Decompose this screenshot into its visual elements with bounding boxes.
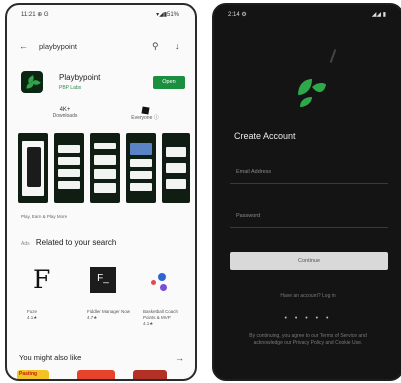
search-bar: ← playbypoint ⚲ ↓: [15, 39, 187, 53]
divider-dots: • • • • •: [284, 315, 332, 322]
status-icons: ▾◢▮51%: [156, 12, 179, 18]
status-time: 11:21 ⊕ G: [21, 12, 49, 18]
related-app-rating: 4.1★: [143, 321, 154, 326]
fuze-icon: F: [33, 265, 51, 294]
related-app-rating: 4.1★: [27, 315, 38, 320]
playbypoint-app-icon[interactable]: [21, 71, 43, 93]
open-button[interactable]: Open: [153, 76, 185, 89]
screenshots-carousel[interactable]: [18, 133, 190, 203]
create-account-phone: 2:14 ⚙ ◢◢ ▮ Create Account Email Address…: [212, 3, 401, 381]
suggested-app-tile[interactable]: Pasting: [17, 370, 49, 379]
related-app-fuze[interactable]: F Fuze 4.1★: [27, 265, 59, 320]
you-might-title: You might also like: [19, 353, 82, 362]
back-arrow-icon[interactable]: ←: [19, 41, 28, 51]
suggested-app-tile[interactable]: [133, 370, 167, 379]
content-rating-icon: [140, 106, 150, 115]
mic-icon[interactable]: ↓: [175, 41, 180, 51]
downloads-info: 4K+ Downloads: [41, 107, 89, 119]
screenshots-caption: Play, Earn & Play More: [21, 214, 68, 219]
app-title: Playbypoint: [59, 73, 101, 82]
status-time: 2:14 ⚙: [228, 12, 247, 18]
signin-link[interactable]: Have an account? Log in: [234, 293, 382, 300]
related-app-name: Basketball Coach Points & MVP: [143, 309, 179, 320]
logo-accent-line: [329, 49, 337, 63]
search-query[interactable]: playbypoint: [39, 42, 77, 51]
related-app-basketball[interactable]: Basketball Coach Points & MVP 4.1★: [143, 265, 178, 326]
app-developer[interactable]: PBP Labs: [59, 85, 81, 91]
ads-icon: Ads: [21, 241, 30, 247]
email-field[interactable]: Email Address: [230, 161, 388, 184]
status-bar: 11:21 ⊕ G ▾◢▮51%: [17, 11, 185, 20]
related-section-header: Ads Related to your search: [21, 238, 116, 247]
tile-label: Pasting: [19, 371, 38, 377]
related-app-fiddler[interactable]: F_ Fiddler Manager Now 4.7★: [87, 265, 130, 320]
arrow-right-icon[interactable]: →: [175, 353, 184, 363]
rating-info: Everyone ⓘ: [121, 106, 169, 121]
screenshot[interactable]: [126, 133, 156, 203]
screenshot[interactable]: [90, 133, 120, 203]
screenshot[interactable]: [162, 133, 190, 203]
terms-text: By continuing, you agree to our Terms of…: [249, 333, 367, 346]
play-store-phone: 11:21 ⊕ G ▾◢▮51% ← playbypoint ⚲ ↓ Playb…: [5, 3, 197, 381]
search-icon[interactable]: ⚲: [152, 41, 159, 51]
suggested-app-tile[interactable]: [77, 370, 115, 379]
playbypoint-logo-icon: [298, 79, 326, 107]
status-bar: 2:14 ⚙ ◢◢ ▮: [224, 11, 392, 20]
related-app-rating: 4.7★: [87, 315, 98, 320]
screenshot[interactable]: [54, 133, 84, 203]
page-title: Create Account: [234, 131, 296, 141]
password-field[interactable]: Password: [230, 205, 388, 228]
rating-label: Everyone ⓘ: [131, 115, 159, 121]
screenshot[interactable]: [18, 133, 48, 203]
continue-button[interactable]: Continue: [230, 252, 388, 270]
status-icons: ◢◢ ▮: [371, 12, 386, 18]
downloads-label: Downloads: [52, 113, 78, 119]
suggested-apps-row: Pasting: [17, 370, 193, 379]
fiddler-icon: F_: [90, 267, 116, 293]
email-placeholder: Email Address: [236, 169, 272, 175]
basketball-coach-icon: [149, 269, 173, 293]
related-title: Related to your search: [35, 238, 117, 247]
password-placeholder: Password: [236, 213, 261, 219]
